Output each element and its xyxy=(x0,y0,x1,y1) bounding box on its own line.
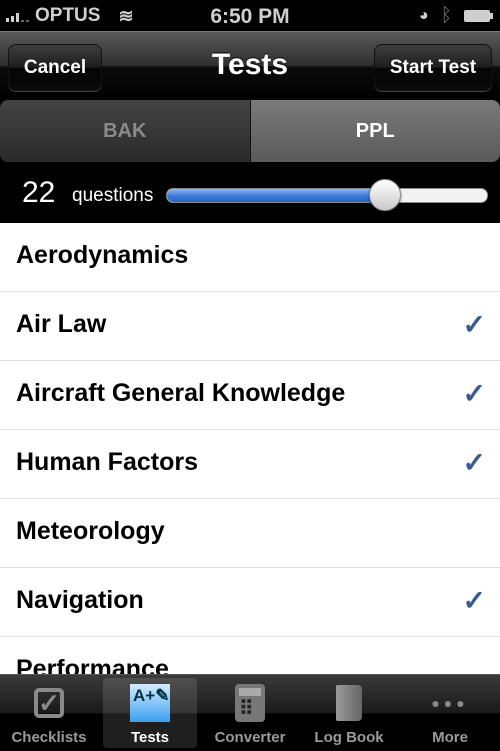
checkmark-icon: ✓ xyxy=(463,308,486,341)
topic-row[interactable]: Performance xyxy=(0,637,500,674)
checkmark-icon: ✓ xyxy=(463,377,486,410)
topic-label: Air Law xyxy=(16,310,106,339)
segment-bak[interactable]: BAK xyxy=(0,100,251,162)
topic-row[interactable]: Air Law ✓ xyxy=(0,292,500,361)
book-icon xyxy=(336,685,362,721)
start-test-button[interactable]: Start Test xyxy=(374,44,492,91)
checkbox-icon: ✓ xyxy=(34,688,64,718)
tab-more[interactable]: ●●● More xyxy=(403,678,497,748)
topic-row[interactable]: Aircraft General Knowledge ✓ xyxy=(0,361,500,430)
tab-checklists[interactable]: ✓ Checklists xyxy=(2,678,96,748)
bluetooth-icon: ᛒ xyxy=(441,5,452,27)
topic-label: Navigation xyxy=(16,586,144,615)
license-segmented-control: BAK PPL xyxy=(0,100,500,162)
tab-log-book[interactable]: Log Book xyxy=(302,678,396,748)
battery-icon xyxy=(464,10,490,22)
topic-label: Aerodynamics xyxy=(16,241,188,270)
segment-ppl[interactable]: PPL xyxy=(251,100,500,162)
topic-row[interactable]: Navigation ✓ xyxy=(0,568,500,637)
tab-converter[interactable]: Converter xyxy=(203,678,297,748)
topic-row[interactable]: Aerodynamics xyxy=(0,223,500,292)
tab-label: Tests xyxy=(103,729,197,746)
status-bar: OPTUS ≋ 6:50 PM ◕ ᛒ xyxy=(0,0,500,31)
topic-list: Aerodynamics Air Law ✓ Aircraft General K… xyxy=(0,223,500,674)
tab-label: More xyxy=(403,729,497,746)
question-slider[interactable] xyxy=(166,188,488,203)
tab-bar: ✓ Checklists A+✎ Tests Converter Log Boo… xyxy=(0,674,500,751)
question-count-row: 22 questions xyxy=(0,162,500,223)
navigation-bar: Cancel Tests Start Test xyxy=(0,31,500,100)
tab-label: Converter xyxy=(203,729,297,746)
topic-label: Human Factors xyxy=(16,448,198,477)
topic-label: Aircraft General Knowledge xyxy=(16,379,345,408)
slider-fill xyxy=(167,189,385,202)
topic-label: Performance xyxy=(16,655,169,674)
alarm-icon: ◕ xyxy=(419,7,429,25)
question-count: 22 xyxy=(22,176,55,210)
tab-label: Checklists xyxy=(2,729,96,746)
tests-icon: A+✎ xyxy=(130,684,170,722)
tab-label: Log Book xyxy=(302,729,396,746)
topic-row[interactable]: Meteorology xyxy=(0,499,500,568)
questions-label: questions xyxy=(72,185,153,207)
tab-tests[interactable]: A+✎ Tests xyxy=(103,678,197,748)
topic-row[interactable]: Human Factors ✓ xyxy=(0,430,500,499)
more-icon: ●●● xyxy=(431,695,468,711)
slider-thumb[interactable] xyxy=(369,179,401,211)
topic-label: Meteorology xyxy=(16,517,165,546)
checkmark-icon: ✓ xyxy=(463,584,486,617)
checkmark-icon: ✓ xyxy=(463,446,486,479)
calculator-icon xyxy=(235,684,265,722)
